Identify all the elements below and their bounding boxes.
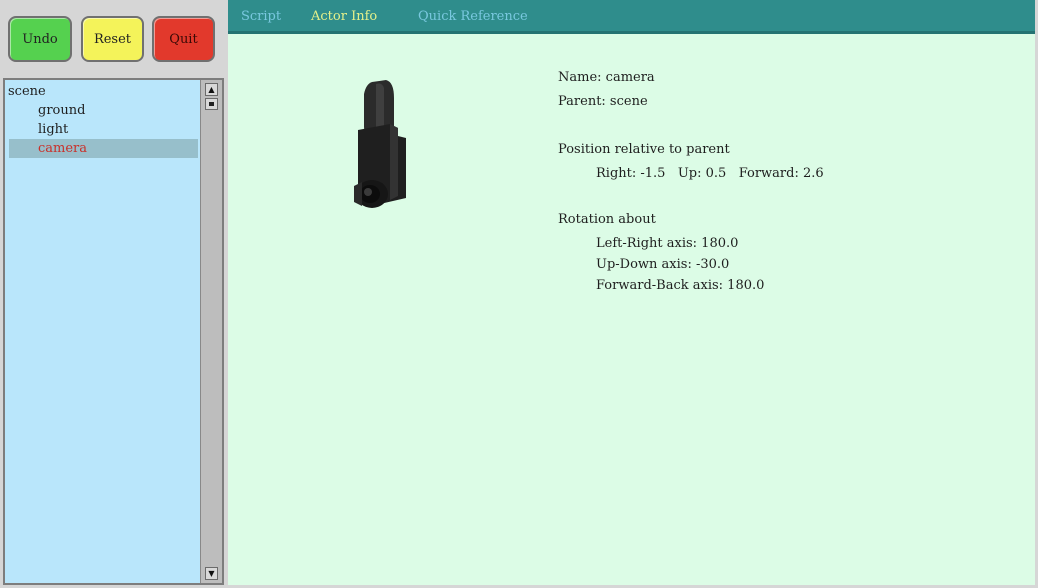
rotation-up-down: Up-Down axis: -30.0 [596,257,730,272]
tab-script[interactable]: Script [241,9,281,25]
tree-scrollbar[interactable]: ▲ ▼ [200,80,222,583]
tab-quick-reference[interactable]: Quick Reference [418,9,528,25]
scene-tree-list: scene ground light camera [5,80,200,583]
tree-item-scene[interactable]: scene [5,82,200,101]
camera-model-icon [354,80,406,208]
rotation-heading: Rotation about [558,212,656,227]
quit-button[interactable]: Quit [152,16,215,62]
reset-button[interactable]: Reset [81,16,144,62]
rotation-forward-back: Forward-Back axis: 180.0 [596,278,765,293]
actor-info-pane: Name: camera Parent: scene Position rela… [228,34,1035,585]
tree-item-ground[interactable]: ground [5,101,200,120]
tab-bar: Script Actor Info Quick Reference [228,0,1035,34]
tab-actor-info[interactable]: Actor Info [311,9,377,25]
scroll-up-arrow-icon[interactable]: ▲ [205,83,218,96]
position-heading: Position relative to parent [558,142,730,157]
tree-item-light[interactable]: light [5,120,200,139]
actor-name: Name: camera [558,70,655,85]
position-values: Right: -1.5 Up: 0.5 Forward: 2.6 [596,166,824,181]
actor-parent: Parent: scene [558,94,648,109]
scroll-thumb[interactable] [205,98,218,110]
undo-button[interactable]: Undo [8,16,72,62]
rotation-left-right: Left-Right axis: 180.0 [596,236,739,251]
app-window: Undo Reset Quit scene ground light camer… [0,0,1038,588]
tree-item-camera[interactable]: camera [9,139,198,158]
scroll-down-arrow-icon[interactable]: ▼ [205,567,218,580]
scene-tree-panel: scene ground light camera ▲ ▼ [3,78,224,585]
